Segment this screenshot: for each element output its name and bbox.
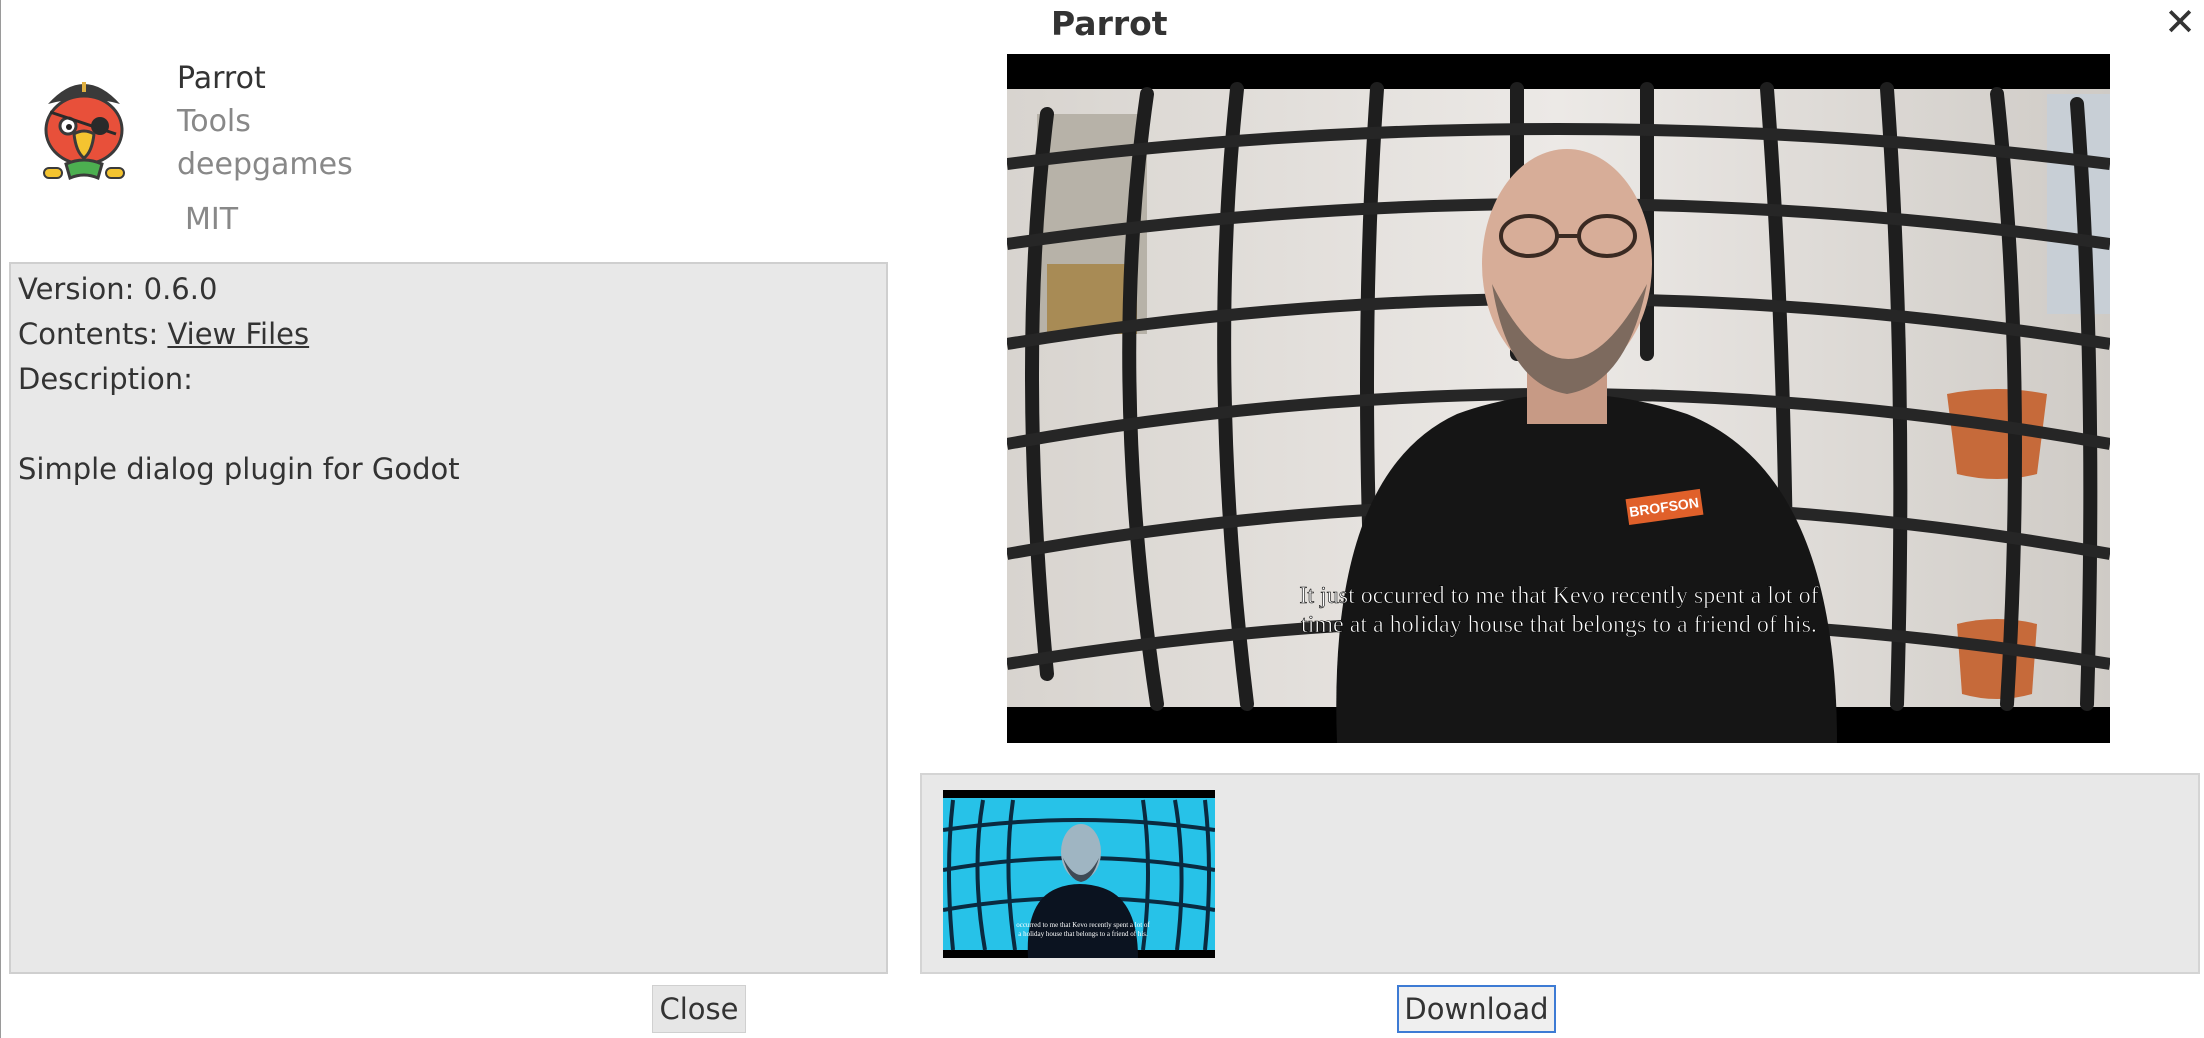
subtitle-line-2: time at a holiday house that belongs to … <box>1301 612 1817 638</box>
thumb-subtitle-line-1: occurred to me that Kevo recently spent … <box>1016 921 1150 929</box>
close-icon[interactable]: ✕ <box>2160 2 2200 42</box>
asset-category: Tools <box>177 104 251 139</box>
version-label: Version: 0.6.0 <box>18 272 218 306</box>
close-button[interactable]: Close <box>652 985 746 1033</box>
asset-license: MIT <box>185 202 239 237</box>
contents-label: Contents: <box>18 317 168 351</box>
contents-row: Contents: View Files <box>18 317 309 351</box>
download-button[interactable]: Download <box>1397 985 1556 1033</box>
details-panel: Version: 0.6.0 Contents: View Files Desc… <box>9 262 888 974</box>
subtitle-line-1: It just occurred to me that Kevo recentl… <box>1299 583 1818 609</box>
thumbnail-1[interactable]: occurred to me that Kevo recently spent … <box>943 790 1215 958</box>
dialog-title: Parrot <box>1051 4 1168 43</box>
parrot-pirate-icon <box>36 68 132 186</box>
asset-name: Parrot <box>177 61 266 96</box>
thumbnail-strip: occurred to me that Kevo recently spent … <box>920 773 2200 974</box>
asset-author: deepgames <box>177 147 353 182</box>
view-files-link[interactable]: View Files <box>167 317 309 351</box>
preview-image: BROFSON It just occurred to me that Kevo… <box>1007 54 2110 743</box>
window-border <box>0 0 1 1038</box>
description-label: Description: <box>18 362 193 396</box>
thumb-subtitle-line-2: a holiday house that belongs to a friend… <box>1018 930 1148 938</box>
description-text: Simple dialog plugin for Godot <box>18 452 460 486</box>
